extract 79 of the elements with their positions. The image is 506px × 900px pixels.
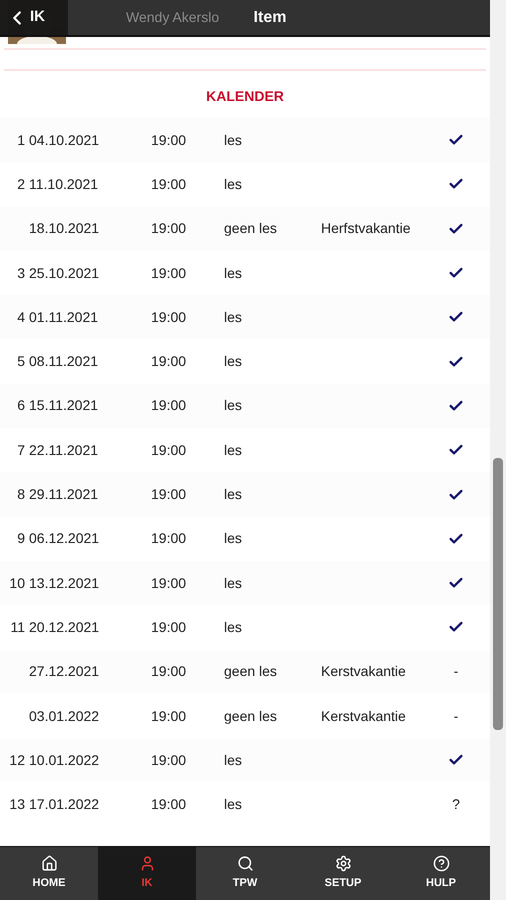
date-cell: 03.01.2022	[29, 708, 100, 724]
date-cell: 06.12.2021	[29, 530, 100, 546]
row-number: 6	[17, 396, 25, 416]
date-cell: 04.10.2021	[29, 132, 100, 148]
time-cell: 19:00	[151, 397, 186, 414]
date-cell: 25.10.2021	[29, 264, 100, 281]
time-cell: 19:00	[151, 486, 186, 502]
nav-tab[interactable]: HULP	[392, 847, 490, 900]
time-cell: 19:00	[151, 353, 186, 370]
help-icon	[432, 855, 450, 872]
type-cell: les	[224, 796, 242, 812]
date-cell: 22.11.2021	[29, 442, 98, 458]
settings-icon	[334, 855, 352, 872]
row-number: 11	[10, 618, 25, 637]
note-cell: Herfstvakantie	[321, 220, 410, 236]
back-button[interactable]: IK	[0, 0, 68, 35]
row-number: 10	[9, 574, 25, 593]
time-cell: 19:00	[151, 752, 186, 768]
row-number: 12	[9, 750, 25, 770]
row-number: 1	[17, 130, 25, 150]
type-cell: les	[224, 574, 242, 591]
date-cell: 08.11.2021	[29, 353, 98, 370]
profile-name: Wendy Akerslo	[126, 8, 220, 27]
type-cell: les	[224, 752, 242, 768]
time-cell: 19:00	[151, 618, 186, 635]
time-cell: 19:00	[151, 663, 186, 680]
time-cell: 19:00	[151, 132, 186, 148]
time-cell: 19:00	[151, 796, 186, 812]
type-cell: les	[224, 176, 242, 192]
time-cell: 19:00	[151, 708, 186, 724]
row-number: 9	[17, 529, 25, 548]
time-cell: 19:00	[151, 264, 186, 281]
type-cell: les	[224, 308, 242, 325]
status-text: -	[454, 662, 458, 682]
type-cell: les	[224, 353, 242, 370]
date-cell: 27.12.2021	[29, 663, 100, 680]
type-cell: les	[224, 264, 242, 281]
date-cell: 10.01.2022	[29, 752, 100, 768]
status-text: ?	[452, 795, 460, 814]
time-cell: 19:00	[151, 530, 186, 546]
date-cell: 11.10.2021	[29, 176, 98, 192]
note-cell: Kerstvakantie	[321, 663, 406, 680]
search-icon	[236, 855, 254, 872]
note-cell: Kerstvakantie	[321, 708, 406, 724]
date-cell: 20.12.2021	[29, 618, 100, 635]
nav-tab[interactable]: SETUP	[294, 847, 392, 900]
time-cell: 19:00	[151, 442, 186, 458]
section-title: KALENDER	[206, 87, 284, 106]
type-cell: les	[224, 618, 242, 635]
row-number: 7	[17, 440, 25, 460]
type-cell: les	[224, 397, 242, 414]
row-number: 13	[9, 795, 25, 814]
row-number: 5	[17, 352, 25, 372]
type-cell: geen les	[224, 708, 277, 724]
row-number: 8	[17, 485, 25, 504]
type-cell: geen les	[224, 220, 277, 236]
time-cell: 19:00	[151, 308, 186, 325]
status-text: -	[454, 706, 458, 726]
type-cell: geen les	[224, 663, 277, 680]
nav-tab[interactable]: HOME	[0, 847, 98, 900]
date-cell: 17.01.2022	[29, 796, 100, 812]
date-cell: 13.12.2021	[29, 574, 100, 591]
date-cell: 15.11.2021	[29, 397, 98, 414]
time-cell: 19:00	[151, 574, 186, 591]
type-cell: les	[224, 486, 242, 502]
type-cell: les	[224, 132, 242, 148]
time-cell: 19:00	[151, 220, 186, 236]
type-cell: les	[224, 442, 242, 458]
date-cell: 18.10.2021	[29, 220, 100, 236]
time-cell: 19:00	[151, 176, 186, 192]
row-number: 4	[17, 308, 25, 327]
date-cell: 01.11.2021	[29, 308, 98, 325]
date-cell: 29.11.2021	[29, 486, 98, 502]
row-number: 3	[17, 264, 25, 283]
type-cell: les	[224, 530, 242, 546]
nav-tab[interactable]: TPW	[196, 847, 294, 900]
row-number: 2	[17, 174, 25, 194]
home-icon	[40, 855, 58, 872]
nav-tab[interactable]: IK	[98, 847, 196, 900]
